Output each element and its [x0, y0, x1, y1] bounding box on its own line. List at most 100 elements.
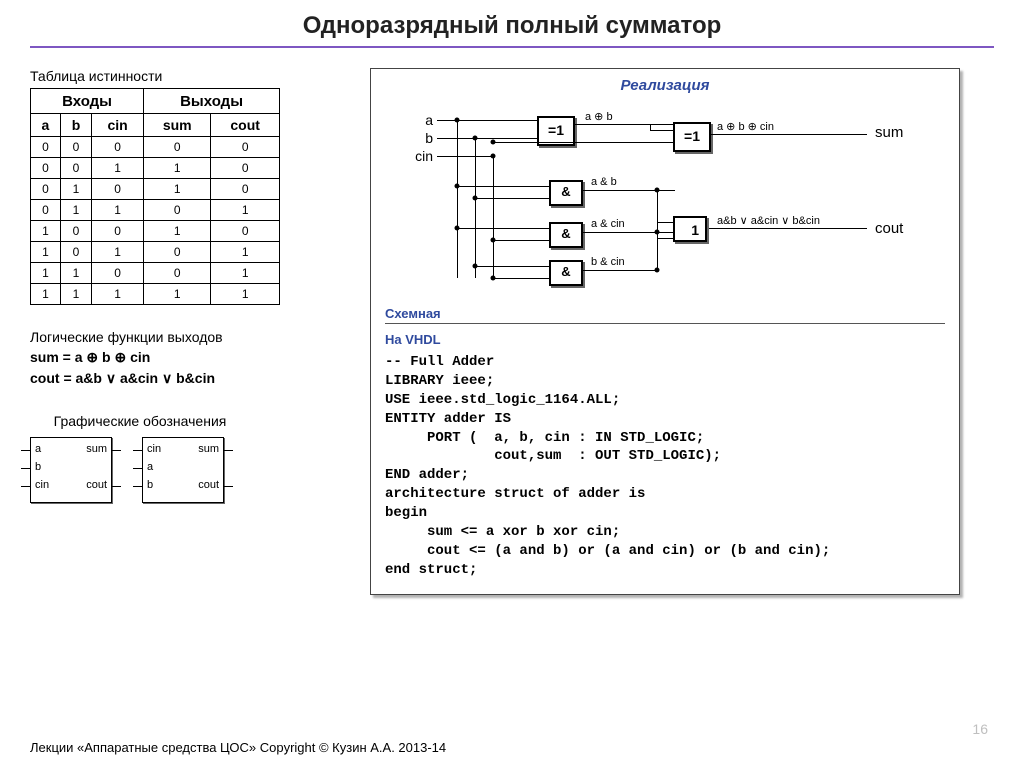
table-cell: 0: [31, 137, 61, 158]
th-a: a: [31, 114, 61, 137]
sym1-sum: sum: [86, 443, 107, 455]
diag-out-sum: sum: [875, 124, 903, 141]
table-cell: 0: [144, 200, 211, 221]
table-cell: 0: [60, 158, 91, 179]
truth-table: Входы Выходы a b cin sum cout 0000000110…: [30, 88, 280, 305]
wire-axorbxorc: a ⊕ b ⊕ cin: [717, 120, 774, 133]
gate-and3: &: [549, 260, 583, 286]
table-cell: 1: [211, 263, 280, 284]
table-cell: 1: [92, 158, 144, 179]
diag-out-cout: cout: [875, 220, 903, 237]
gate-xor2: =1: [673, 122, 711, 152]
table-cell: 1: [92, 200, 144, 221]
table-cell: 0: [92, 263, 144, 284]
th-sum: sum: [144, 114, 211, 137]
table-cell: 1: [144, 284, 211, 305]
subtitle-vhdl: На VHDL: [385, 332, 945, 347]
table-cell: 1: [92, 284, 144, 305]
realization-title: Реализация: [385, 77, 945, 94]
table-cell: 0: [60, 242, 91, 263]
subtitle-schem: Схемная: [385, 306, 945, 321]
table-row: 00000: [31, 137, 280, 158]
table-row: 00110: [31, 158, 280, 179]
table-cell: 0: [92, 221, 144, 242]
logic-label: Логические функции выходов: [30, 329, 330, 345]
table-cell: 0: [31, 200, 61, 221]
symbol-block-2: cin a b sum cout: [142, 437, 224, 503]
table-cell: 1: [144, 179, 211, 200]
gate-and1: &: [549, 180, 583, 206]
sym1-cin: cin: [35, 479, 49, 491]
wire-axorb: a ⊕ b: [585, 110, 613, 123]
table-cell: 0: [211, 179, 280, 200]
table-cell: 1: [211, 284, 280, 305]
vhdl-code: -- Full Adder LIBRARY ieee; USE ieee.std…: [385, 353, 945, 580]
table-cell: 1: [211, 200, 280, 221]
table-cell: 0: [92, 137, 144, 158]
table-cell: 0: [92, 179, 144, 200]
th-cout: cout: [211, 114, 280, 137]
table-cell: 0: [211, 137, 280, 158]
symbol-block-1: a b cin sum cout: [30, 437, 112, 503]
table-row: 11001: [31, 263, 280, 284]
wire-or: a&b ∨ a&cin ∨ b&cin: [717, 214, 820, 227]
table-row: 01010: [31, 179, 280, 200]
sum-equation: sum = a ⊕ b ⊕ cin: [30, 349, 330, 366]
diag-in-cin: cin: [405, 148, 433, 164]
page-number: 16: [972, 721, 988, 737]
sym1-a: a: [35, 443, 41, 455]
table-cell: 0: [31, 179, 61, 200]
table-cell: 1: [31, 284, 61, 305]
table-cell: 1: [144, 221, 211, 242]
th-outputs: Выходы: [144, 89, 280, 114]
table-cell: 0: [144, 263, 211, 284]
sym2-cin: cin: [147, 443, 161, 455]
table-row: 10101: [31, 242, 280, 263]
table-cell: 1: [60, 179, 91, 200]
sym1-cout: cout: [86, 479, 107, 491]
table-cell: 0: [144, 137, 211, 158]
wire-acin: a & cin: [591, 218, 625, 230]
table-cell: 1: [60, 263, 91, 284]
table-cell: 0: [31, 158, 61, 179]
table-cell: 1: [211, 242, 280, 263]
sym2-a: a: [147, 461, 153, 473]
page-title: Одноразрядный полный сумматор: [30, 12, 994, 40]
title-underline: [30, 46, 994, 48]
table-cell: 1: [60, 200, 91, 221]
cout-equation: cout = a&b ∨ a&cin ∨ b&cin: [30, 370, 330, 387]
table-cell: 1: [60, 284, 91, 305]
sym1-b: b: [35, 461, 41, 473]
table-row: 10010: [31, 221, 280, 242]
table-cell: 0: [60, 221, 91, 242]
table-cell: 1: [144, 158, 211, 179]
realization-panel: Реализация a b cin: [370, 68, 960, 595]
gate-or: 1: [673, 216, 707, 242]
wire-bcin: b & cin: [591, 256, 625, 268]
gate-and2: &: [549, 222, 583, 248]
truth-table-label: Таблица истинности: [30, 68, 330, 84]
diag-in-a: a: [405, 112, 433, 128]
table-row: 11111: [31, 284, 280, 305]
th-inputs: Входы: [31, 89, 144, 114]
th-b: b: [60, 114, 91, 137]
table-cell: 0: [211, 158, 280, 179]
symbols-label: Графические обозначения: [30, 413, 250, 429]
table-cell: 1: [31, 242, 61, 263]
diag-in-b: b: [405, 130, 433, 146]
wire-ab: a & b: [591, 176, 617, 188]
sym2-sum: sum: [198, 443, 219, 455]
table-cell: 1: [92, 242, 144, 263]
circuit-diagram: a b cin: [385, 98, 945, 298]
panel-divider: [385, 323, 945, 324]
table-cell: 0: [211, 221, 280, 242]
th-cin: cin: [92, 114, 144, 137]
sym2-b: b: [147, 479, 153, 491]
table-row: 01101: [31, 200, 280, 221]
table-cell: 1: [31, 221, 61, 242]
footer-copyright: Лекции «Аппаратные средства ЦОС» Copyrig…: [30, 740, 446, 755]
table-cell: 0: [144, 242, 211, 263]
table-cell: 0: [60, 137, 91, 158]
sym2-cout: cout: [198, 479, 219, 491]
table-cell: 1: [31, 263, 61, 284]
